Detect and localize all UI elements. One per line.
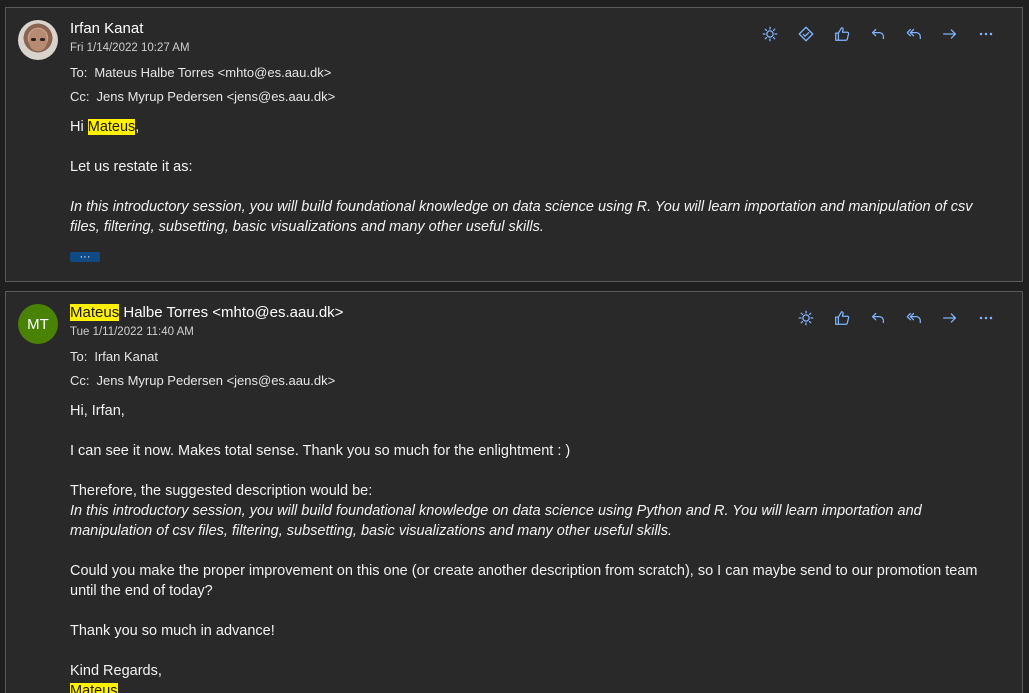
to-line: To: Irfan Kanat [70,349,158,364]
cc-line: Cc: Jens Myrup Pedersen <jens@es.aau.dk> [70,89,335,104]
reply-all-icon [906,28,921,40]
message-body: Hi, Irfan, I can see it now. Makes total… [70,401,986,693]
cc-recipient[interactable]: Jens Myrup Pedersen <jens@es.aau.dk> [97,373,336,388]
message-toolbar [752,22,1004,46]
tag-icon [798,26,814,42]
sent-date: Fri 1/14/2022 10:27 AM [70,42,190,54]
forward-button[interactable] [932,22,968,46]
more-actions-button[interactable] [968,22,1004,46]
avatar-eye [31,38,36,41]
reply-all-icon [906,312,921,324]
body-line: Thank you so much in advance! [70,623,275,639]
sun-button[interactable] [788,306,824,330]
quoted-description: In this introductory session, you will b… [70,503,922,539]
forward-icon [943,29,957,39]
reply-button[interactable] [860,22,896,46]
more-actions-button[interactable] [968,306,1004,330]
tag-button[interactable] [788,22,824,46]
to-label: To: [70,349,88,364]
cc-label: Cc: [70,89,90,104]
to-line: To: Mateus Halbe Torres <mhto@es.aau.dk> [70,65,331,80]
sent-date: Tue 1/11/2022 11:40 AM [70,326,194,338]
highlighted-name: Mateus [70,683,118,693]
like-icon [835,311,850,325]
message-body: Hi Mateus, Let us restate it as: In this… [70,117,986,257]
signature: Mateus [70,681,986,693]
body-line: Could you make the proper improvement on… [70,563,978,599]
body-line: Let us restate it as: [70,159,193,175]
sun-icon [798,310,814,326]
reply-icon [871,312,885,324]
like-icon [835,27,850,41]
email-message-2: MT Mateus Halbe Torres <mhto@es.aau.dk> … [5,291,1023,693]
greeting-prefix: Hi [70,119,88,135]
quoted-description: In this introductory session, you will b… [70,199,973,235]
show-more-button[interactable]: ··· [70,252,100,263]
highlighted-name: Mateus [87,119,136,135]
forward-button[interactable] [932,306,968,330]
avatar-eye [40,38,45,41]
sun-button[interactable] [752,22,788,46]
to-label: To: [70,65,88,80]
cc-label: Cc: [70,373,90,388]
email-message-1: Irfan Kanat Fri 1/14/2022 10:27 AM To: Ma… [5,7,1023,282]
reply-button[interactable] [860,306,896,330]
highlighted-name: Mateus [70,304,120,321]
closing: Kind Regards, [70,663,162,679]
to-recipient[interactable]: Irfan Kanat [94,349,158,364]
sender-name-rest: Halbe Torres <mhto@es.aau.dk> [119,304,344,321]
reply-icon [871,28,885,40]
cc-line: Cc: Jens Myrup Pedersen <jens@es.aau.dk> [70,373,335,388]
more-icon [979,32,993,36]
like-button[interactable] [824,306,860,330]
quote-paragraph: In this introductory session, you will b… [70,501,986,541]
quote-paragraph: In this introductory session, you will b… [70,197,986,237]
cc-recipient[interactable]: Jens Myrup Pedersen <jens@es.aau.dk> [97,89,336,104]
more-icon [979,316,993,320]
forward-icon [943,313,957,323]
greeting-suffix: , [135,119,140,135]
greeting: Hi Mateus, [70,117,986,137]
sender-name[interactable]: Mateus Halbe Torres <mhto@es.aau.dk> [70,304,343,321]
body-line: I can see it now. Makes total sense. Tha… [70,443,571,459]
reply-all-button[interactable] [896,22,932,46]
sun-icon [762,26,778,42]
sender-avatar[interactable]: MT [18,304,58,344]
to-recipient[interactable]: Mateus Halbe Torres <mhto@es.aau.dk> [94,65,331,80]
reply-all-button[interactable] [896,306,932,330]
sender-name[interactable]: Irfan Kanat [70,20,143,37]
greeting: Hi, Irfan, [70,403,125,419]
sender-avatar[interactable] [18,20,58,60]
message-toolbar [788,306,1004,330]
body-line: Therefore, the suggested description wou… [70,483,373,499]
like-button[interactable] [824,22,860,46]
